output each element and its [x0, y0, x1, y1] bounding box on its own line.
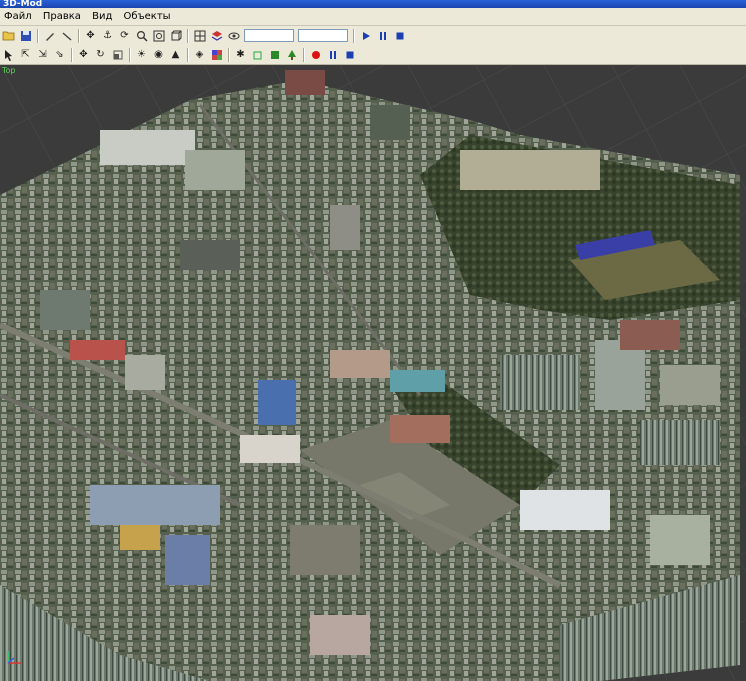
building: [370, 105, 410, 140]
separator: [187, 28, 188, 43]
select-add-icon[interactable]: ⇲: [35, 47, 50, 62]
select-sub-icon[interactable]: ⇘: [52, 47, 67, 62]
building: [125, 355, 165, 390]
layers-icon[interactable]: [209, 28, 224, 43]
save-icon[interactable]: [18, 28, 33, 43]
building: [285, 70, 325, 95]
main-toolbar: ✥ ⚓ ⟳: [0, 26, 746, 46]
stop-icon[interactable]: [342, 47, 357, 62]
menu-bar: Файл Правка Вид Объекты: [0, 8, 746, 26]
open-folder-icon[interactable]: [1, 28, 16, 43]
play-icon[interactable]: [358, 28, 373, 43]
building: [330, 205, 360, 250]
building: [460, 150, 600, 190]
building: [330, 350, 390, 378]
separator: [187, 47, 188, 62]
stop-icon[interactable]: [392, 28, 407, 43]
building: [620, 320, 680, 350]
separator: [228, 47, 229, 62]
terrain-icon[interactable]: ▲: [168, 47, 183, 62]
3d-viewport[interactable]: Top: [0, 65, 746, 681]
move-object-icon[interactable]: ✥: [76, 47, 91, 62]
city-model: [0, 65, 746, 681]
building: [180, 240, 240, 270]
building-teal-roof: [390, 370, 445, 392]
separator: [37, 28, 38, 43]
theatre-building: [520, 490, 610, 530]
record-icon[interactable]: [308, 47, 323, 62]
separator: [303, 47, 304, 62]
building: [165, 535, 210, 585]
render-icon[interactable]: ✱: [233, 47, 248, 62]
box-icon[interactable]: [168, 28, 183, 43]
view-icon[interactable]: ◈: [192, 47, 207, 62]
anchor-icon[interactable]: ⚓: [100, 28, 115, 43]
building: [240, 435, 300, 463]
building-red-roof: [70, 340, 125, 360]
menu-file[interactable]: Файл: [0, 8, 36, 25]
object-toolbar: ⇱ ⇲ ⇘ ✥ ↻ ☀ ◉ ▲ ◈ ✱: [0, 45, 746, 65]
building: [595, 340, 645, 410]
building-facade: [500, 355, 580, 410]
building: [90, 485, 220, 525]
zoom-icon[interactable]: [134, 28, 149, 43]
pencil-icon[interactable]: [42, 28, 57, 43]
building: [310, 615, 370, 655]
building: [390, 415, 450, 443]
building-facade: [640, 420, 720, 465]
viewport-label: Top: [2, 66, 16, 75]
move-icon[interactable]: ✥: [83, 28, 98, 43]
separator: [129, 47, 130, 62]
building: [185, 150, 245, 190]
line-tool-icon[interactable]: [59, 28, 74, 43]
camera-icon[interactable]: [226, 28, 241, 43]
building: [290, 525, 360, 575]
eye-icon[interactable]: ◉: [151, 47, 166, 62]
building: [40, 290, 90, 330]
coordinate-input-2[interactable]: [298, 29, 348, 42]
menu-edit[interactable]: Правка: [39, 8, 85, 25]
axis-gizmo-icon: [7, 651, 21, 664]
menu-view[interactable]: Вид: [88, 8, 116, 25]
green-box-icon[interactable]: [267, 47, 282, 62]
light-icon[interactable]: ☀: [134, 47, 149, 62]
pause-icon[interactable]: [325, 47, 340, 62]
building: [650, 515, 710, 565]
select-multi-icon[interactable]: ⇱: [18, 47, 33, 62]
building: [100, 130, 195, 165]
building-blue-tower: [258, 380, 296, 425]
menu-objects[interactable]: Объекты: [120, 8, 175, 25]
pause-icon[interactable]: [375, 28, 390, 43]
title-bar: 3D-Mod: [0, 0, 746, 9]
rotate-object-icon[interactable]: ↻: [93, 47, 108, 62]
cube-icon[interactable]: [250, 47, 265, 62]
texture-icon[interactable]: [209, 47, 224, 62]
separator: [353, 28, 354, 43]
grid-icon[interactable]: [192, 28, 207, 43]
separator: [78, 28, 79, 43]
scale-icon[interactable]: [110, 47, 125, 62]
coordinate-input-1[interactable]: [244, 29, 294, 42]
tree-icon[interactable]: [284, 47, 299, 62]
separator: [71, 47, 72, 62]
building-yellow: [120, 525, 160, 550]
building: [660, 365, 720, 405]
zoom-window-icon[interactable]: [151, 28, 166, 43]
select-arrow-icon[interactable]: [1, 47, 16, 62]
rotate-icon[interactable]: ⟳: [117, 28, 132, 43]
